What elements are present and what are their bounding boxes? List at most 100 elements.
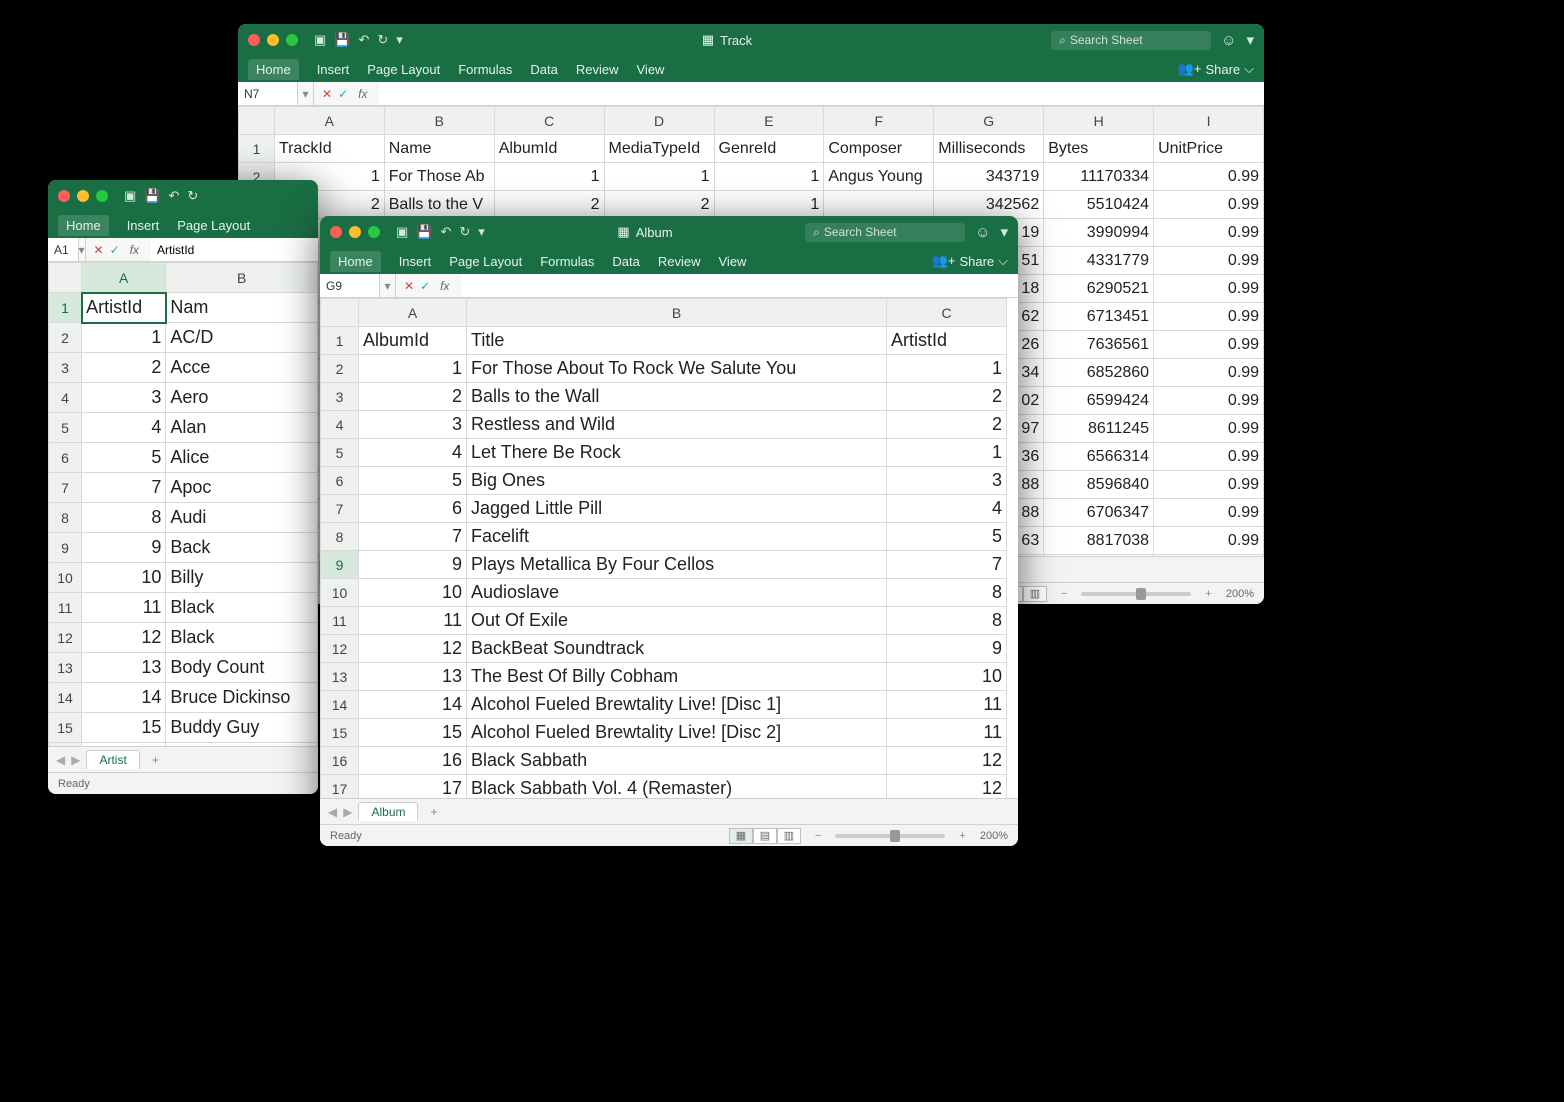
cell[interactable]: Out Of Exile bbox=[467, 607, 887, 635]
cell[interactable]: 1 bbox=[714, 191, 824, 219]
cell[interactable]: 2 bbox=[359, 383, 467, 411]
row-header[interactable]: 16 bbox=[321, 747, 359, 775]
cell[interactable]: 0.99 bbox=[1154, 247, 1264, 275]
cell[interactable]: 2 bbox=[494, 191, 604, 219]
maximize-icon[interactable] bbox=[368, 226, 380, 238]
cell[interactable]: 2 bbox=[604, 191, 714, 219]
page-break-view-icon[interactable]: ▥ bbox=[1023, 586, 1047, 602]
cell[interactable]: 5510424 bbox=[1044, 191, 1154, 219]
row-header[interactable]: 5 bbox=[49, 413, 82, 443]
tab-review[interactable]: Review bbox=[658, 254, 701, 269]
col-header[interactable]: A bbox=[274, 107, 384, 135]
col-header[interactable]: B bbox=[166, 263, 318, 293]
row-header[interactable]: 5 bbox=[321, 439, 359, 467]
cell[interactable]: 12 bbox=[887, 747, 1007, 775]
cell[interactable]: 11 bbox=[887, 691, 1007, 719]
tab-formulas[interactable]: Formulas bbox=[540, 254, 594, 269]
qat-dropdown-icon[interactable]: ▾ bbox=[478, 224, 485, 240]
tab-nav-next-icon[interactable]: ▶ bbox=[343, 805, 352, 819]
row-header[interactable]: 11 bbox=[49, 593, 82, 623]
name-box[interactable]: N7 bbox=[238, 82, 298, 105]
row-header[interactable]: 9 bbox=[49, 533, 82, 563]
zoom-out-icon[interactable]: − bbox=[811, 830, 825, 842]
tab-page-layout[interactable]: Page Layout bbox=[177, 218, 250, 233]
row-header[interactable]: 15 bbox=[49, 713, 82, 743]
qat-dropdown-icon[interactable]: ▾ bbox=[396, 32, 403, 48]
cell[interactable]: 0.99 bbox=[1154, 471, 1264, 499]
cell[interactable]: Let There Be Rock bbox=[467, 439, 887, 467]
namebox-dropdown-icon[interactable]: ▾ bbox=[298, 82, 314, 105]
cell[interactable]: 0.99 bbox=[1154, 527, 1264, 555]
normal-view-icon[interactable]: ▦ bbox=[729, 828, 753, 844]
cell[interactable]: 3 bbox=[887, 467, 1007, 495]
cell[interactable]: Black bbox=[166, 623, 318, 653]
zoom-in-icon[interactable]: + bbox=[955, 830, 969, 842]
cell[interactable]: 13 bbox=[359, 663, 467, 691]
row-header[interactable]: 4 bbox=[321, 411, 359, 439]
cell[interactable]: 1 bbox=[359, 355, 467, 383]
cell[interactable]: Balls to the Wall bbox=[467, 383, 887, 411]
cell[interactable]: 12 bbox=[887, 775, 1007, 799]
cell[interactable]: Title bbox=[467, 327, 887, 355]
share-button[interactable]: 👥+ Share ⌵ bbox=[1178, 61, 1254, 77]
cell[interactable]: AC/D bbox=[166, 323, 318, 353]
tab-nav-prev-icon[interactable]: ◀ bbox=[56, 753, 65, 767]
accept-icon[interactable]: ✓ bbox=[420, 279, 430, 293]
cell[interactable]: 1 bbox=[714, 163, 824, 191]
row-header[interactable]: 2 bbox=[49, 323, 82, 353]
redo-icon[interactable]: ↻ bbox=[459, 224, 470, 240]
cell[interactable]: BackBeat Soundtrack bbox=[467, 635, 887, 663]
tab-home[interactable]: Home bbox=[330, 251, 381, 272]
fx-icon[interactable]: fx bbox=[126, 243, 143, 257]
col-header[interactable]: H bbox=[1044, 107, 1154, 135]
cell[interactable]: 0.99 bbox=[1154, 499, 1264, 527]
tab-nav-next-icon[interactable]: ▶ bbox=[71, 753, 80, 767]
row-header[interactable]: 6 bbox=[321, 467, 359, 495]
cell[interactable]: 6 bbox=[359, 495, 467, 523]
cell[interactable]: 0.99 bbox=[1154, 443, 1264, 471]
cell[interactable]: 11 bbox=[887, 719, 1007, 747]
cell[interactable]: Angus Young bbox=[824, 163, 934, 191]
cell[interactable]: 12 bbox=[82, 623, 166, 653]
close-icon[interactable] bbox=[248, 34, 260, 46]
tab-insert[interactable]: Insert bbox=[127, 218, 160, 233]
cell[interactable]: 9 bbox=[359, 551, 467, 579]
cell[interactable]: Milliseconds bbox=[934, 135, 1044, 163]
row-header[interactable]: 13 bbox=[49, 653, 82, 683]
cell[interactable]: 0.99 bbox=[1154, 387, 1264, 415]
cell[interactable]: Nam bbox=[166, 293, 318, 323]
cell[interactable]: Composer bbox=[824, 135, 934, 163]
cell[interactable]: 11 bbox=[82, 593, 166, 623]
cell[interactable]: UnitPrice bbox=[1154, 135, 1264, 163]
col-header[interactable]: A bbox=[359, 299, 467, 327]
col-header[interactable]: G bbox=[934, 107, 1044, 135]
cell[interactable]: 11170334 bbox=[1044, 163, 1154, 191]
cell[interactable]: Black Sabbath Vol. 4 (Remaster) bbox=[467, 775, 887, 799]
tab-data[interactable]: Data bbox=[530, 62, 557, 77]
cell[interactable]: Black bbox=[166, 593, 318, 623]
namebox-dropdown-icon[interactable]: ▾ bbox=[380, 274, 396, 297]
cell[interactable]: For Those Ab bbox=[384, 163, 494, 191]
cell[interactable]: Acce bbox=[166, 353, 318, 383]
row-header[interactable]: 11 bbox=[321, 607, 359, 635]
row-header[interactable]: 3 bbox=[321, 383, 359, 411]
fx-icon[interactable]: fx bbox=[354, 87, 371, 101]
row-header[interactable]: 8 bbox=[321, 523, 359, 551]
cell[interactable]: 6599424 bbox=[1044, 387, 1154, 415]
formula-input[interactable] bbox=[461, 274, 1018, 297]
col-header[interactable]: B bbox=[467, 299, 887, 327]
cell[interactable]: Caetano Velos bbox=[166, 743, 318, 747]
cell[interactable]: 3 bbox=[359, 411, 467, 439]
cell[interactable]: 6566314 bbox=[1044, 443, 1154, 471]
row-header[interactable]: 14 bbox=[49, 683, 82, 713]
cell[interactable]: Billy bbox=[166, 563, 318, 593]
row-header[interactable]: 8 bbox=[49, 503, 82, 533]
cell[interactable]: The Best Of Billy Cobham bbox=[467, 663, 887, 691]
cell[interactable]: 6852860 bbox=[1044, 359, 1154, 387]
cell[interactable]: 343719 bbox=[934, 163, 1044, 191]
col-header[interactable]: B bbox=[384, 107, 494, 135]
sheet-tab-artist[interactable]: Artist bbox=[86, 750, 139, 769]
share-button[interactable]: 👥+ Share ⌵ bbox=[932, 253, 1008, 269]
cell[interactable]: 8 bbox=[887, 579, 1007, 607]
cancel-icon[interactable]: ✕ bbox=[404, 279, 414, 293]
